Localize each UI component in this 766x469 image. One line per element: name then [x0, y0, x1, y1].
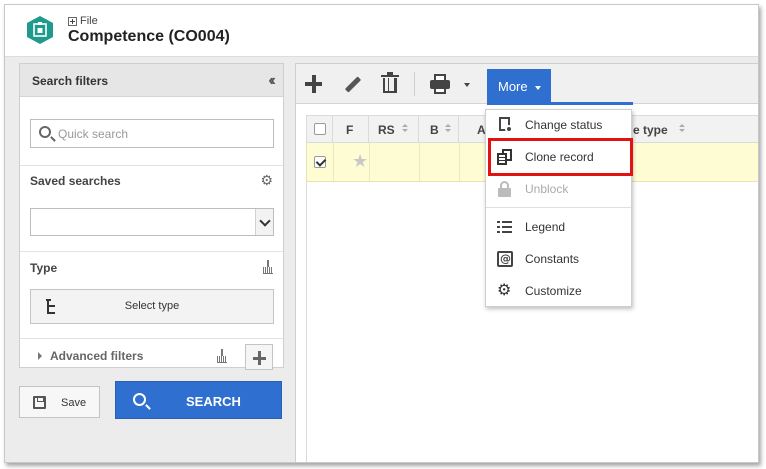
favorite-star-icon[interactable]: ★: [352, 151, 368, 172]
advanced-filters-label: Advanced filters: [50, 349, 144, 363]
breadcrumb[interactable]: File: [68, 15, 98, 27]
breadcrumb-label: File: [80, 15, 98, 27]
menu-divider: [486, 207, 631, 208]
gear-icon: ⚙: [497, 280, 512, 299]
add-icon[interactable]: [304, 70, 324, 98]
change-status-icon: [497, 117, 513, 133]
print-icon[interactable]: [428, 70, 454, 98]
page-title: Competence (CO004): [68, 28, 230, 45]
toolbar: More: [296, 64, 758, 105]
divider: [20, 251, 283, 252]
clone-record-highlight: [488, 138, 633, 176]
sort-icon: [445, 124, 451, 134]
more-label: More: [498, 79, 528, 94]
save-button[interactable]: Save: [19, 386, 100, 418]
advanced-filters-section[interactable]: Advanced filters: [20, 344, 283, 370]
more-menu-underline: [487, 102, 633, 105]
application-window: File Competence (CO004) Search filters ‹…: [4, 4, 759, 463]
sort-icon: [402, 124, 408, 134]
page-header: File Competence (CO004): [5, 5, 758, 57]
search-filters-title: Search filters: [32, 74, 109, 88]
menu-item-constants[interactable]: @ Constants: [486, 244, 631, 274]
more-menu-button[interactable]: More: [487, 69, 551, 104]
saved-searches-select[interactable]: [30, 208, 274, 236]
column-header-f[interactable]: F: [333, 116, 369, 142]
constants-icon: @: [497, 251, 513, 267]
toolbar-divider: [414, 72, 415, 96]
menu-item-unblock[interactable]: Unblock: [486, 174, 631, 204]
column-header-rs[interactable]: RS: [369, 116, 419, 142]
menu-item-change-status[interactable]: Change status: [486, 110, 631, 140]
print-dropdown-icon[interactable]: [464, 83, 470, 87]
expand-arrow-icon: [38, 352, 42, 360]
search-icon: [39, 126, 51, 138]
select-all-column: [307, 116, 333, 142]
quick-search-field[interactable]: [30, 119, 274, 148]
column-header-type[interactable]: e type: [633, 116, 753, 142]
search-filters-panel: Search filters ‹‹ Saved searches ⚙ Type …: [19, 63, 284, 370]
legend-icon: [497, 219, 513, 235]
add-filter-button[interactable]: [245, 344, 273, 370]
clear-advanced-filters-icon[interactable]: [217, 349, 227, 363]
search-icon: [133, 393, 146, 406]
saved-searches-label: Saved searches: [30, 174, 121, 188]
save-label: Save: [61, 397, 87, 409]
type-label: Type: [30, 261, 58, 275]
search-filters-header: Search filters ‹‹: [20, 64, 283, 97]
sort-icon: [679, 124, 685, 134]
expand-icon: [68, 16, 77, 26]
app-logo-icon: [27, 16, 53, 44]
select-type-label: Select type: [124, 300, 180, 312]
row-checkbox[interactable]: [314, 156, 326, 168]
clear-type-icon[interactable]: [263, 260, 273, 274]
edit-icon[interactable]: [342, 70, 364, 98]
quick-search-input[interactable]: [58, 125, 268, 142]
chevron-down-icon: [535, 86, 541, 90]
delete-icon[interactable]: [380, 70, 402, 98]
chevron-down-icon[interactable]: [255, 209, 273, 235]
save-icon: [33, 396, 46, 409]
select-type-button[interactable]: Select type: [30, 289, 274, 324]
collapse-panel-icon[interactable]: ‹‹: [268, 72, 275, 90]
menu-item-legend[interactable]: Legend: [486, 212, 631, 242]
column-header-b[interactable]: B: [419, 116, 459, 142]
menu-item-customize[interactable]: ⚙ Customize: [486, 276, 631, 306]
divider: [20, 165, 283, 166]
select-all-checkbox[interactable]: [314, 123, 326, 135]
saved-searches-settings-icon[interactable]: ⚙: [260, 172, 273, 189]
lock-icon: [497, 181, 513, 197]
divider: [20, 338, 283, 339]
search-label: SEARCH: [186, 394, 241, 409]
search-button[interactable]: SEARCH: [115, 381, 282, 419]
